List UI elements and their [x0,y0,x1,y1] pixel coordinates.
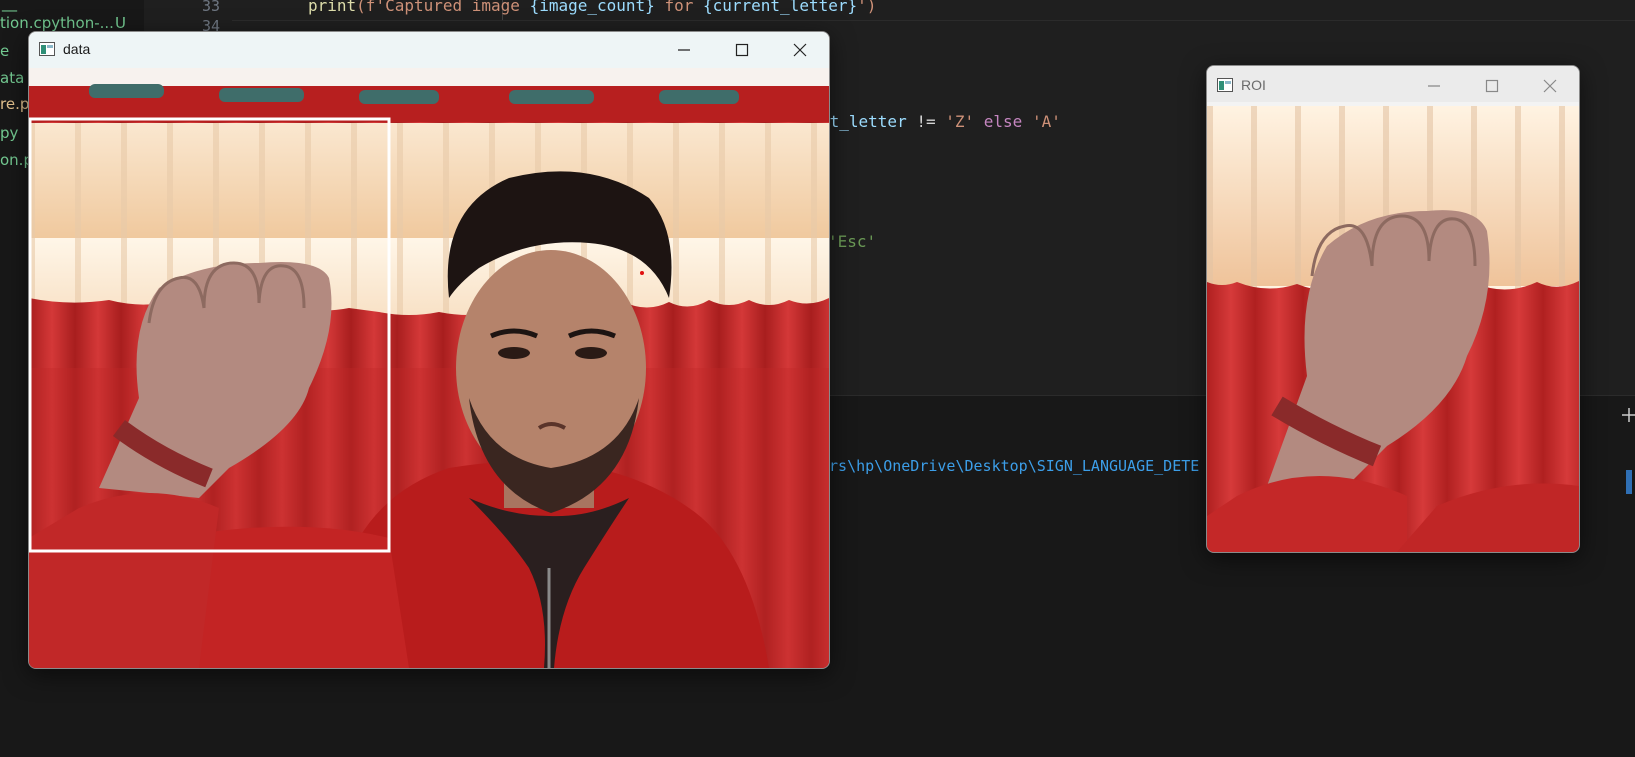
explorer-item[interactable]: ata [0,67,24,89]
code-line-33[interactable]: print(f'Captured image {image_count} for… [232,0,1635,20]
window-title: data [63,41,91,57]
minimize-button[interactable] [655,32,713,68]
window-title: ROI [1241,77,1266,93]
explorer-item[interactable]: py [0,122,18,144]
window-titlebar[interactable]: ROI [1207,66,1579,102]
code-comment: 'Esc' [828,232,877,251]
data-window[interactable]: data [28,31,830,669]
current-line-border [232,20,1635,21]
maximize-icon [735,43,749,57]
code-fragment: nt_letter != 'Z' else 'A' [820,112,1061,131]
roi-window[interactable]: ROI [1206,65,1580,553]
maximize-icon [1485,79,1499,93]
app-window-icon [39,42,55,56]
app-window-icon [1217,78,1233,92]
roi-crop-image [1207,106,1579,552]
close-icon [1543,79,1557,93]
close-button[interactable] [771,32,829,68]
terminal-scrollbar[interactable] [1626,470,1632,494]
camera-feed [29,68,829,668]
minimize-icon [678,49,690,51]
maximize-button[interactable] [713,32,771,68]
new-terminal-plus-icon[interactable] [1622,408,1635,422]
maximize-button[interactable] [1463,66,1521,106]
center-dot [640,271,644,275]
minimize-icon [1428,85,1440,87]
explorer-item[interactable]: e [0,40,9,62]
terminal-path-text: ers\hp\OneDrive\Desktop\SIGN_LANGUAGE_DE… [820,457,1200,475]
close-button[interactable] [1521,66,1579,106]
line-number: 33 [201,0,220,15]
close-icon [793,43,807,57]
minimize-button[interactable] [1405,66,1463,106]
window-titlebar[interactable]: data [29,32,829,68]
webcam-frame-image [29,68,829,668]
roi-feed [1207,106,1579,552]
code-text: print(f'Captured image {image_count} for… [308,0,877,15]
